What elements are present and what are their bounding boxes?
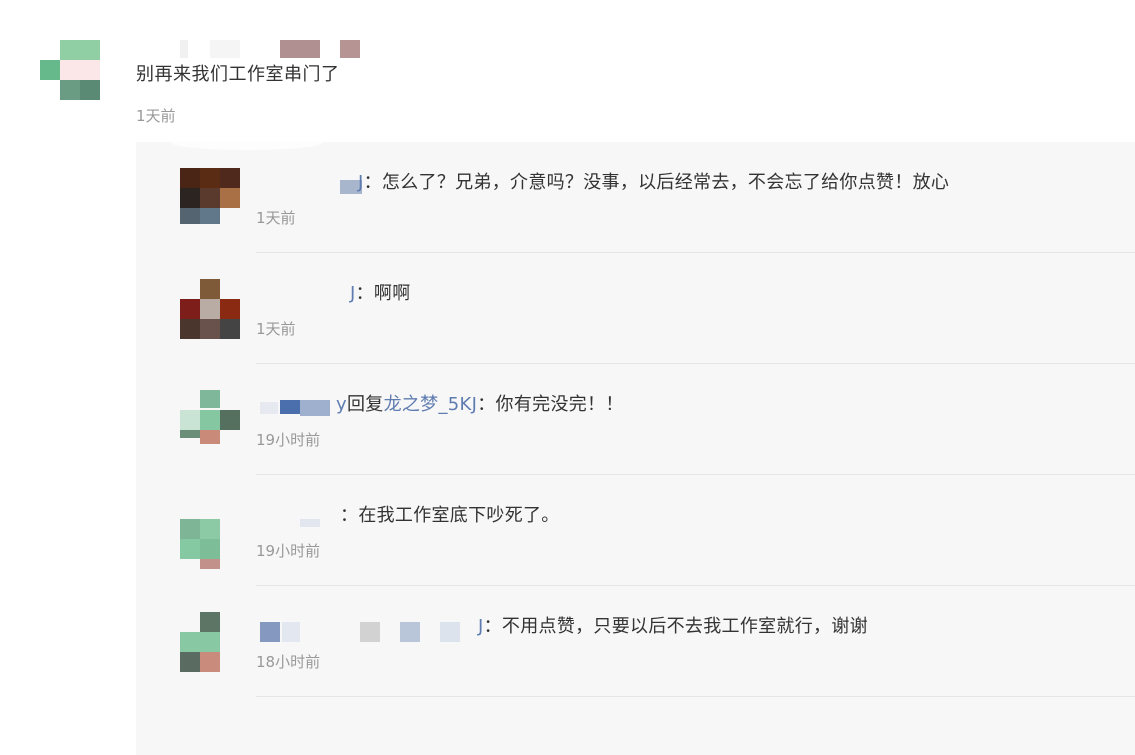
reply-timestamp: 19小时前 [256,542,321,560]
reply-word: 回复 [346,394,384,415]
reply-item: J：不用点赞，只要以后不去我工作室就行，谢谢 18小时前 [136,586,1135,697]
separator: ： [340,505,359,526]
username-blurred[interactable] [258,622,488,642]
reply-text: J：不用点赞，只要以后不去我工作室就行，谢谢 [478,612,868,638]
comment-thread: 别再来我们工作室串门了 1天前 J：怎么了？兄弟，介意吗？没事，以后经常去，不会… [0,0,1135,755]
reply-item: ：在我工作室底下吵死了。 19小时前 [136,475,1135,586]
reply-content: 你有完没完！！ [495,394,624,415]
reply-text: J：啊啊 [350,279,411,305]
avatar[interactable] [180,279,240,339]
avatar[interactable] [180,612,240,672]
reply-content: 啊啊 [373,283,411,304]
avatar[interactable] [180,501,240,569]
reply-text: J：怎么了？兄弟，介意吗？没事，以后经常去，不会忘了给你点赞！放心 [358,168,949,194]
reply-timestamp: 19小时前 [256,431,321,449]
avatar[interactable] [180,168,240,228]
divider [256,696,1135,697]
comment-text: 别再来我们工作室串门了 [136,64,340,85]
reply-panel: J：怎么了？兄弟，介意吗？没事，以后经常去，不会忘了给你点赞！放心 1天前 J：… [136,136,1135,755]
comment-timestamp: 1天前 [136,107,176,125]
reply-timestamp: 1天前 [256,209,296,227]
reply-target-link[interactable]: 龙之梦_5KJ [384,394,478,415]
author-name-tail[interactable]: y [336,394,347,415]
avatar[interactable] [40,40,100,100]
separator: ： [483,616,502,637]
reply-text: y回复龙之梦_5KJ：你有完没完！！ [336,390,624,416]
separator: ： [363,172,382,193]
separator: ： [355,283,374,304]
avatar[interactable] [180,390,240,450]
reply-text: ：在我工作室底下吵死了。 [340,501,560,527]
reply-content: 不用点赞，只要以后不去我工作室就行，谢谢 [501,616,868,637]
reply-content: 怎么了？兄弟，介意吗？没事，以后经常去，不会忘了给你点赞！放心 [381,172,950,193]
reply-item: J：啊啊 1天前 [136,253,1135,364]
reply-content: 在我工作室底下吵死了。 [358,505,560,526]
separator: ： [477,394,496,415]
reply-item: J：怎么了？兄弟，介意吗？没事，以后经常去，不会忘了给你点赞！放心 1天前 [136,142,1135,253]
reply-timestamp: 1天前 [256,320,296,338]
username-blurred[interactable] [180,40,370,58]
reply-timestamp: 18小时前 [256,653,321,671]
reply-item: y回复龙之梦_5KJ：你有完没完！！ 19小时前 [136,364,1135,475]
